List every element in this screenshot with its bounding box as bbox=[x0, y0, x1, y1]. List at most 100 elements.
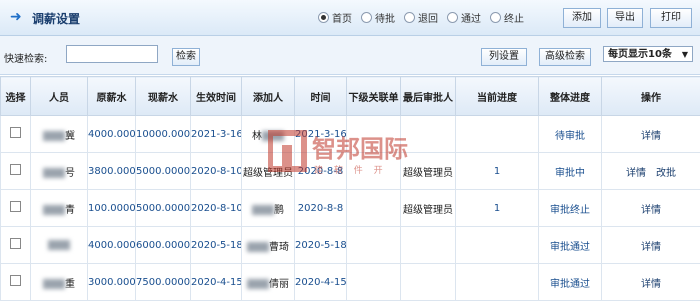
adder: 倩丽 bbox=[242, 264, 295, 301]
blurred-name bbox=[43, 168, 65, 178]
adder: 曹琦 bbox=[242, 227, 295, 264]
effective-date: 2020-8-10 bbox=[191, 190, 242, 227]
details-link[interactable]: 详情 bbox=[641, 131, 661, 142]
last-approver: 超级管理员 bbox=[401, 153, 456, 190]
old-salary: 4000.0000 bbox=[88, 227, 136, 264]
table-row: 青 100.0000 5000.0000 2020-8-10 鹏 2020-8-… bbox=[1, 190, 700, 227]
effective-date: 2021-3-16 bbox=[191, 116, 242, 153]
column-header: 现薪水 bbox=[136, 77, 191, 116]
column-header: 原薪水 bbox=[88, 77, 136, 116]
column-header: 当前进度 bbox=[456, 77, 539, 116]
sub-link bbox=[347, 264, 401, 301]
radio-terminated[interactable]: 终止 bbox=[490, 10, 524, 25]
blurred-name bbox=[43, 279, 65, 289]
details-link[interactable]: 详情 bbox=[641, 279, 661, 290]
column-header: 添加人 bbox=[242, 77, 295, 116]
sub-link bbox=[347, 116, 401, 153]
last-approver bbox=[401, 264, 456, 301]
column-header: 整体进度 bbox=[539, 77, 602, 116]
time: 2020-8-8 bbox=[295, 190, 347, 227]
column-header: 生效时间 bbox=[191, 77, 242, 116]
search-button[interactable]: 检索 bbox=[172, 48, 200, 66]
last-approver bbox=[401, 227, 456, 264]
new-salary: 5000.0000 bbox=[136, 153, 191, 190]
row-checkbox[interactable] bbox=[10, 127, 21, 138]
arrow-right-icon: ➜ bbox=[10, 11, 26, 23]
salary-table: 选择 人员 原薪水 现薪水 生效时间 添加人 时间 下级关联单 最后审批人 当前… bbox=[0, 76, 700, 301]
new-salary: 7500.0000 bbox=[136, 264, 191, 301]
table-row: 4000.0000 6000.0000 2020-5-18 曹琦 2020-5-… bbox=[1, 227, 700, 264]
overall-progress: 待审批 bbox=[539, 116, 602, 153]
row-checkbox[interactable] bbox=[10, 238, 21, 249]
chevron-down-icon: ▼ bbox=[682, 47, 688, 63]
status-filter: 首页 待批 退回 通过 终止 bbox=[318, 10, 524, 25]
last-approver: 超级管理员 bbox=[401, 190, 456, 227]
details-link[interactable]: 详情 bbox=[641, 205, 661, 216]
time: 2021-3-16 bbox=[295, 116, 347, 153]
export-button[interactable]: 导出 bbox=[607, 8, 643, 28]
column-settings-button[interactable]: 列设置 bbox=[481, 48, 527, 66]
effective-date: 2020-5-18 bbox=[191, 227, 242, 264]
table-header-row: 选择 人员 原薪水 现薪水 生效时间 添加人 时间 下级关联单 最后审批人 当前… bbox=[1, 77, 700, 116]
overall-progress: 审批中 bbox=[539, 153, 602, 190]
radio-dot-icon[interactable] bbox=[361, 12, 372, 23]
row-checkbox[interactable] bbox=[10, 275, 21, 286]
print-button[interactable]: 打印 bbox=[650, 8, 692, 28]
row-checkbox[interactable] bbox=[10, 201, 21, 212]
overall-progress: 审批终止 bbox=[539, 190, 602, 227]
column-header: 操作 bbox=[602, 77, 700, 116]
radio-returned[interactable]: 退回 bbox=[404, 10, 438, 25]
adder: 鹏 bbox=[242, 190, 295, 227]
sub-link bbox=[347, 153, 401, 190]
effective-date: 2020-8-10 bbox=[191, 153, 242, 190]
overall-progress: 审批通过 bbox=[539, 264, 602, 301]
current-progress bbox=[456, 264, 539, 301]
blurred-name bbox=[43, 205, 65, 215]
old-salary: 3800.0000 bbox=[88, 153, 136, 190]
last-approver bbox=[401, 116, 456, 153]
current-progress bbox=[456, 116, 539, 153]
details-link[interactable]: 详情 bbox=[641, 242, 661, 253]
effective-date: 2020-4-15 bbox=[191, 264, 242, 301]
new-salary: 5000.0000 bbox=[136, 190, 191, 227]
sub-link bbox=[347, 190, 401, 227]
radio-approved[interactable]: 通过 bbox=[447, 10, 481, 25]
radio-pending[interactable]: 待批 bbox=[361, 10, 395, 25]
new-salary: 10000.0000 bbox=[136, 116, 191, 153]
table-row: 号 3800.0000 5000.0000 2020-8-10 超级管理员 20… bbox=[1, 153, 700, 190]
overall-progress: 审批通过 bbox=[539, 227, 602, 264]
new-salary: 6000.0000 bbox=[136, 227, 191, 264]
table-row: 重 3000.0000 7500.0000 2020-4-15 倩丽 2020-… bbox=[1, 264, 700, 301]
radio-dot-icon[interactable] bbox=[447, 12, 458, 23]
blurred-name bbox=[247, 279, 269, 289]
change-approval-link[interactable]: 改批 bbox=[656, 168, 676, 179]
details-link[interactable]: 详情 bbox=[626, 168, 646, 179]
add-button[interactable]: 添加 bbox=[563, 8, 601, 28]
blurred-name bbox=[48, 240, 70, 250]
toolbar: ➜ 调薪设置 首页 待批 退回 通过 终止 添加 导出 打印 bbox=[0, 0, 700, 36]
adder: 超级管理员 bbox=[242, 153, 295, 190]
old-salary: 100.0000 bbox=[88, 190, 136, 227]
sub-link bbox=[347, 227, 401, 264]
table-row: 冀 4000.0000 10000.0000 2021-3-16 林 2021-… bbox=[1, 116, 700, 153]
advanced-search-button[interactable]: 高级检索 bbox=[539, 48, 591, 66]
page-size-select[interactable]: 每页显示10条▼ bbox=[603, 46, 693, 62]
blurred-name bbox=[262, 131, 284, 141]
column-header: 时间 bbox=[295, 77, 347, 116]
time: 2020-5-18 bbox=[295, 227, 347, 264]
row-checkbox[interactable] bbox=[10, 164, 21, 175]
blurred-name bbox=[43, 131, 65, 141]
search-input[interactable] bbox=[66, 45, 158, 63]
blurred-name bbox=[252, 205, 274, 215]
radio-dot-icon[interactable] bbox=[404, 12, 415, 23]
search-bar: 快速检索: 检索 列设置 高级检索 每页显示10条▼ bbox=[0, 36, 700, 75]
radio-home[interactable]: 首页 bbox=[318, 10, 352, 25]
search-label: 快速检索: bbox=[4, 50, 47, 65]
radio-dot-icon[interactable] bbox=[318, 12, 329, 23]
adder: 林 bbox=[242, 116, 295, 153]
current-progress bbox=[456, 227, 539, 264]
time: 2020-4-15 bbox=[295, 264, 347, 301]
old-salary: 4000.0000 bbox=[88, 116, 136, 153]
column-header: 人员 bbox=[31, 77, 88, 116]
radio-dot-icon[interactable] bbox=[490, 12, 501, 23]
